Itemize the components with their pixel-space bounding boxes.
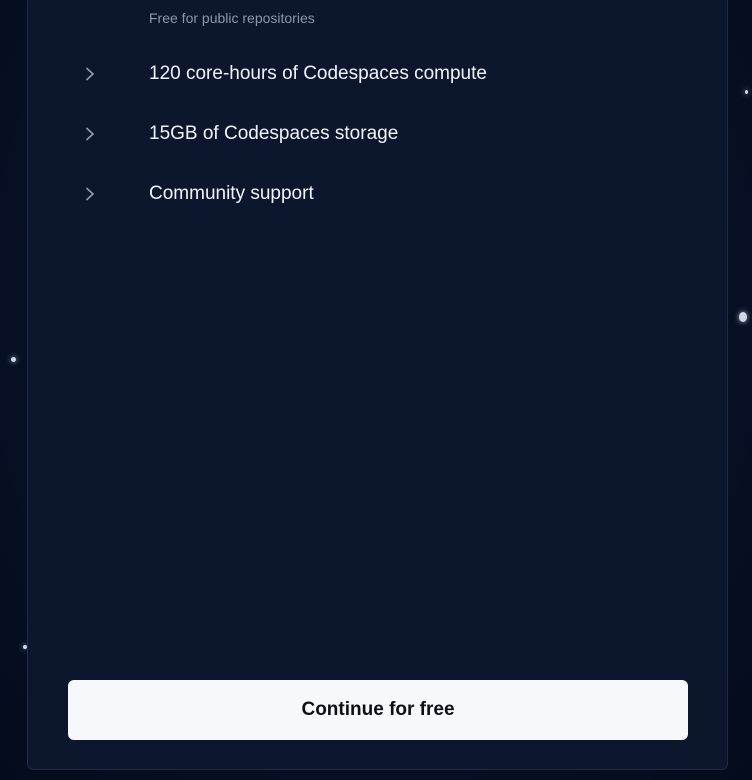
feature-label: 120 core-hours of Codespaces compute (149, 63, 487, 84)
background-star (739, 312, 747, 322)
chevron-right-icon (84, 186, 96, 202)
feature-label: 15GB of Codespaces storage (149, 123, 399, 144)
chevron-right-icon (84, 66, 96, 82)
plan-card: Free for public repositories 120 core-ho… (27, 0, 728, 770)
feature-subtext: Free for public repositories (149, 10, 315, 26)
background-star (11, 357, 16, 362)
background-star (745, 90, 748, 94)
feature-row-storage[interactable]: 15GB of Codespaces storage (28, 116, 727, 152)
chevron-right-icon (84, 126, 96, 142)
feature-row-compute[interactable]: 120 core-hours of Codespaces compute (28, 56, 727, 92)
feature-row-support[interactable]: Community support (28, 176, 727, 212)
feature-label: Community support (149, 183, 314, 204)
continue-for-free-button[interactable]: Continue for free (68, 680, 688, 740)
